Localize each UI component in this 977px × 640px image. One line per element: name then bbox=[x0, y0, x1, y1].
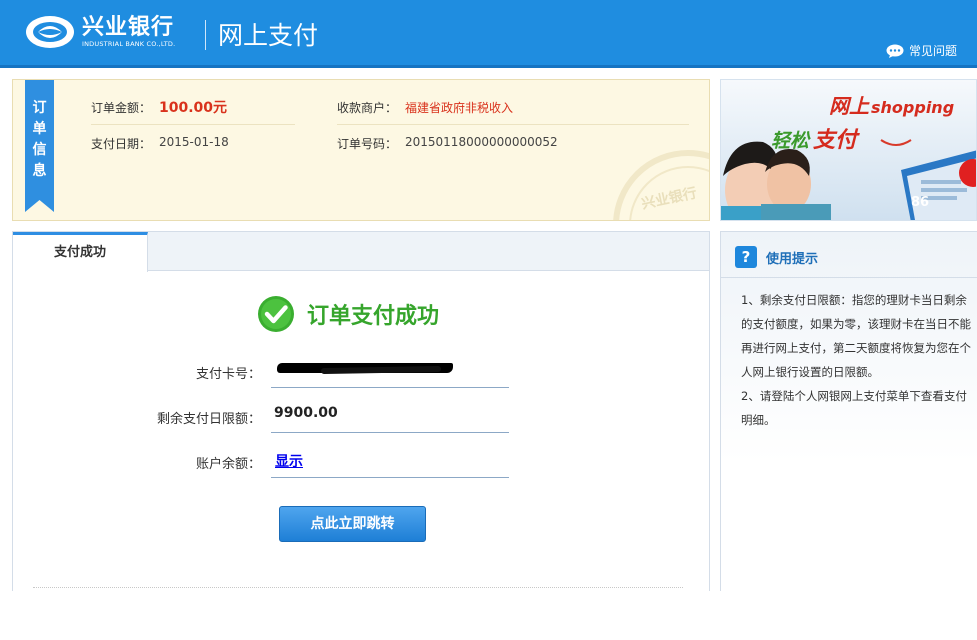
show-balance-link[interactable]: 显示 bbox=[275, 451, 303, 471]
merchant-field: 收款商户： 福建省政府非税收入 bbox=[337, 89, 689, 125]
order-amount-field: 订单金额： 100.00元 bbox=[91, 89, 295, 125]
success-check-icon bbox=[258, 296, 294, 332]
promo-banner[interactable]: 86 网上 shopping 轻松 支付 bbox=[720, 79, 977, 221]
merchant-label: 收款商户： bbox=[337, 101, 398, 115]
pay-date-value: 2015-01-18 bbox=[159, 135, 229, 149]
pay-date-field: 支付日期： 2015-01-18 bbox=[91, 125, 295, 161]
bank-name-cn: 兴业银行 bbox=[82, 14, 175, 40]
usage-tips-panel: ? 使用提示 1、剩余支付日限额：指您的理财卡当日剩余的支付额度，如果为零，该理… bbox=[720, 231, 977, 591]
faq-link[interactable]: 常见问题 bbox=[886, 42, 957, 59]
usage-tips-body: 1、剩余支付日限额：指您的理财卡当日剩余的支付额度，如果为零，该理财卡在当日不能… bbox=[741, 288, 973, 432]
header-divider bbox=[205, 20, 206, 50]
success-message: 订单支付成功 bbox=[257, 295, 439, 333]
bank-name-en: INDUSTRIAL BANK CO.,LTD. bbox=[82, 40, 176, 48]
merchant-value: 福建省政府非税收入 bbox=[405, 101, 514, 115]
order-amount-value: 100.00元 bbox=[159, 100, 228, 116]
order-number-field: 订单号码： 20150118000000000052 bbox=[337, 125, 689, 161]
banner-line1: 网上 shopping bbox=[829, 90, 954, 119]
daily-limit-value: 9900.00 bbox=[274, 405, 338, 421]
banner-line2-a: 轻松 bbox=[771, 130, 810, 152]
banner-line2: 轻松 支付 bbox=[771, 122, 857, 154]
banner-badge: 86 bbox=[911, 195, 929, 210]
usage-tips-title: 使用提示 bbox=[766, 251, 819, 267]
daily-limit-label: 剩余支付日限额： bbox=[156, 412, 261, 427]
order-number-label: 订单号码： bbox=[337, 137, 398, 151]
banner-line1-cn: 网上 bbox=[829, 94, 869, 118]
jump-now-button[interactable]: 点此立即跳转 bbox=[279, 506, 426, 542]
pay-date-label: 支付日期： bbox=[91, 137, 152, 151]
usage-tip-2: 2、请登陆个人网银网上支付菜单下查看支付明细。 bbox=[741, 389, 967, 427]
order-info-ribbon-label: 订单信息 bbox=[32, 100, 47, 179]
order-info-panel: 兴业银行 订单信息 订单金额： 100.00元 收款商户： 福建省政府非税收入 … bbox=[12, 79, 710, 221]
banner-line2-b: 支付 bbox=[813, 128, 858, 153]
payment-result-panel: 支付成功 订单支付成功 支付卡号： 剩余支付日限额： 9900.00 账户余额：… bbox=[12, 231, 710, 591]
banner-line1-en: shopping bbox=[871, 98, 955, 117]
chat-bubble-icon bbox=[886, 44, 904, 58]
account-balance-value-box: 显示 bbox=[271, 448, 509, 478]
help-question-icon: ? bbox=[735, 246, 757, 268]
card-number-label: 支付卡号： bbox=[195, 367, 261, 382]
daily-limit-value-box: 9900.00 bbox=[271, 403, 509, 433]
usage-tips-divider bbox=[721, 277, 977, 278]
top-header: 兴业银行 INDUSTRIAL BANK CO.,LTD. 网上支付 常见问题 bbox=[0, 0, 977, 68]
usage-tip-1: 1、剩余支付日限额：指您的理财卡当日剩余的支付额度，如果为零，该理财卡在当日不能… bbox=[741, 293, 971, 379]
card-number-value bbox=[271, 358, 509, 388]
bottom-divider bbox=[33, 587, 683, 588]
account-balance-label: 账户余额： bbox=[195, 457, 261, 472]
bank-logo-icon bbox=[26, 16, 74, 48]
faq-label: 常见问题 bbox=[908, 44, 957, 58]
order-amount-label: 订单金额： bbox=[91, 101, 152, 115]
success-message-text: 订单支付成功 bbox=[307, 304, 440, 329]
site-title: 网上支付 bbox=[218, 21, 319, 50]
usage-tips-header: ? 使用提示 bbox=[735, 246, 818, 268]
order-number-value: 20150118000000000052 bbox=[405, 135, 558, 149]
tab-payment-success[interactable]: 支付成功 bbox=[13, 232, 148, 272]
bank-logo[interactable]: 兴业银行 INDUSTRIAL BANK CO.,LTD. bbox=[24, 12, 175, 52]
